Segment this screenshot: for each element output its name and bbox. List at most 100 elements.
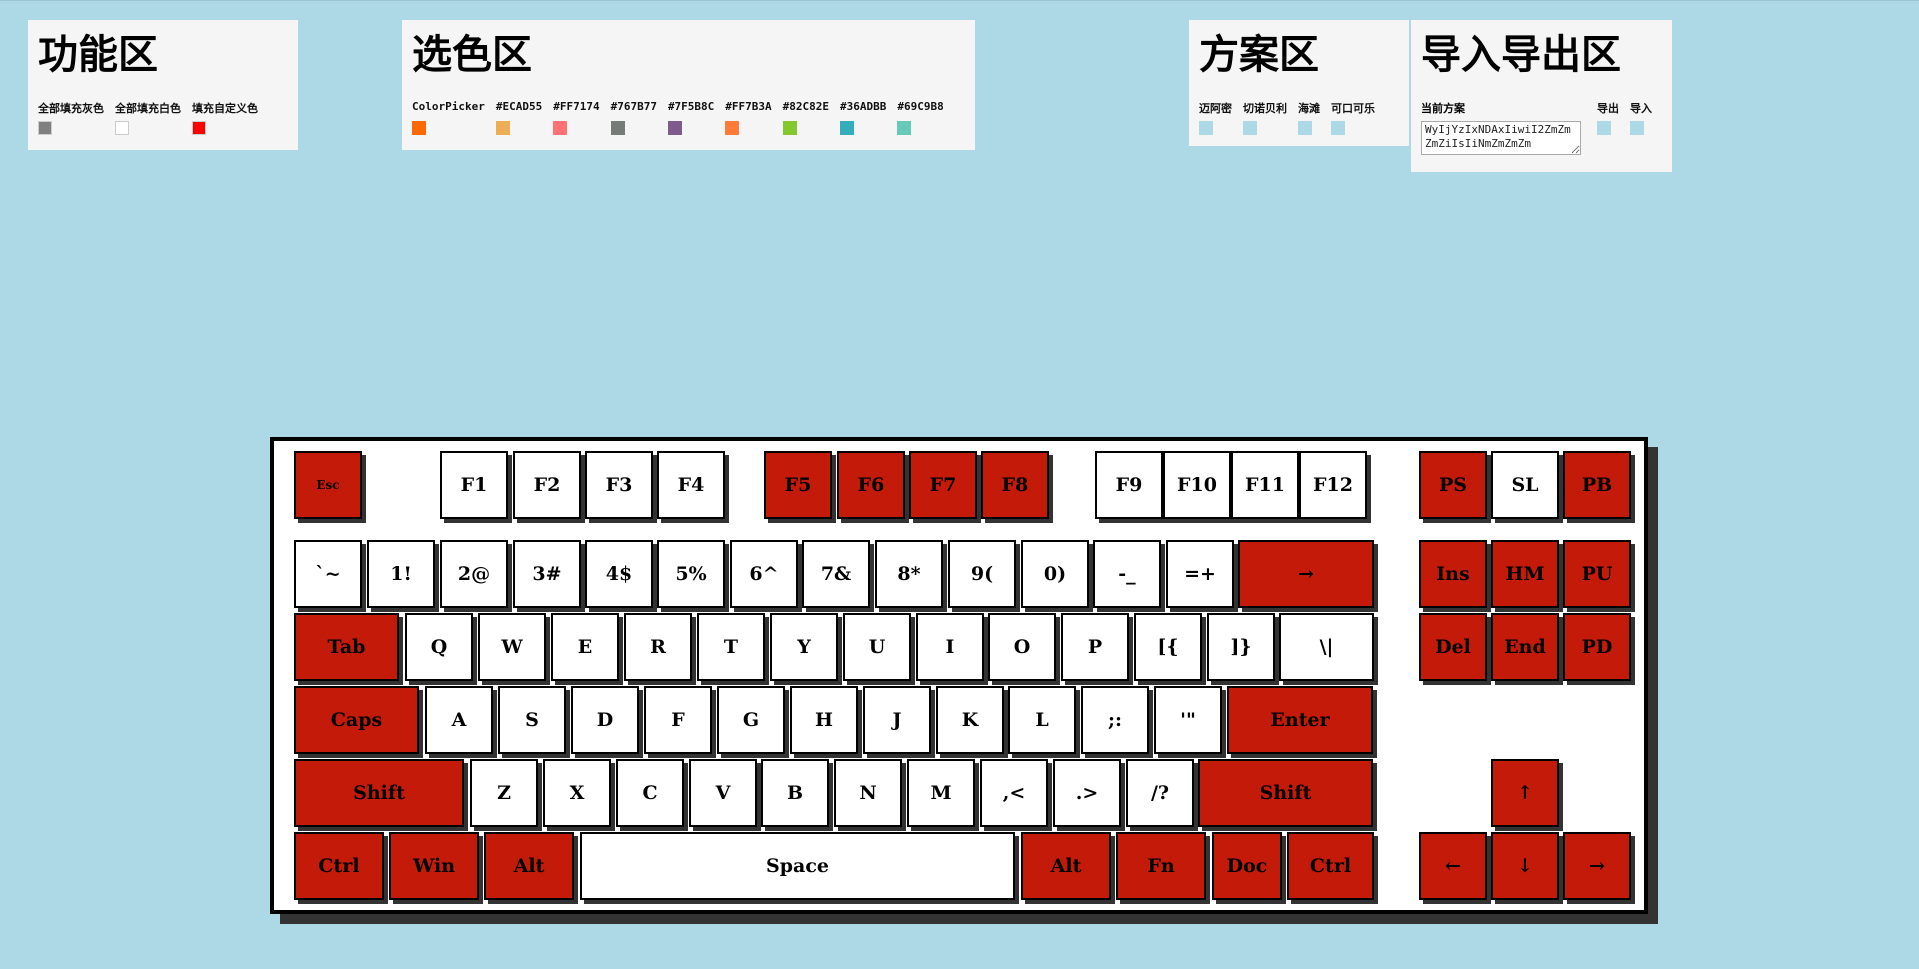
key-sl[interactable]: SL: [1491, 451, 1559, 519]
key-f10[interactable]: F10: [1163, 451, 1231, 519]
key-o[interactable]: O: [988, 613, 1056, 681]
color-option-swatch[interactable]: [840, 121, 855, 135]
key-e[interactable]: E: [551, 613, 619, 681]
key-0[interactable]: 0): [1021, 540, 1089, 608]
key-ctrl[interactable]: Ctrl: [294, 832, 384, 900]
key-q[interactable]: Q: [405, 613, 473, 681]
key-f2[interactable]: F2: [513, 451, 581, 519]
key-p[interactable]: P: [1061, 613, 1129, 681]
key-9[interactable]: 9(: [948, 540, 1016, 608]
key-space[interactable]: Space: [580, 832, 1015, 900]
key-3[interactable]: 3#: [513, 540, 581, 608]
key-period[interactable]: .>: [1053, 759, 1121, 827]
key-f6[interactable]: F6: [837, 451, 905, 519]
key-arrow-up[interactable]: ↑: [1491, 759, 1559, 827]
key-f4[interactable]: F4: [657, 451, 725, 519]
color-option-swatch[interactable]: [495, 121, 510, 135]
import-button[interactable]: [1630, 121, 1644, 135]
fill-custom-swatch[interactable]: [192, 121, 206, 135]
key-lbracket[interactable]: [{: [1134, 613, 1202, 681]
key-arrow-left[interactable]: ←: [1419, 832, 1487, 900]
color-option-swatch[interactable]: [667, 121, 682, 135]
key-enter[interactable]: Enter: [1227, 686, 1373, 754]
key-v[interactable]: V: [689, 759, 757, 827]
key-esc[interactable]: Esc: [294, 451, 362, 519]
color-option-swatch[interactable]: [553, 121, 568, 135]
fill-white-swatch[interactable]: [115, 121, 129, 135]
key-backtick[interactable]: `~: [294, 540, 362, 608]
key-5[interactable]: 5%: [657, 540, 725, 608]
color-option-swatch[interactable]: [725, 121, 740, 135]
key-f11[interactable]: F11: [1231, 451, 1299, 519]
key-j[interactable]: J: [863, 686, 931, 754]
key-2[interactable]: 2@: [440, 540, 508, 608]
key-m[interactable]: M: [907, 759, 975, 827]
color-option-swatch[interactable]: [610, 121, 625, 135]
key-w[interactable]: W: [478, 613, 546, 681]
scheme-option-swatch[interactable]: [1298, 121, 1312, 135]
key-del[interactable]: Del: [1419, 613, 1487, 681]
key-y[interactable]: Y: [770, 613, 838, 681]
color-option-swatch[interactable]: [782, 121, 797, 135]
key-8[interactable]: 8*: [875, 540, 943, 608]
key-h[interactable]: H: [790, 686, 858, 754]
key-l[interactable]: L: [1008, 686, 1076, 754]
color-option-swatch[interactable]: [897, 121, 912, 135]
key-equals[interactable]: =+: [1166, 540, 1234, 608]
key-ps[interactable]: PS: [1419, 451, 1487, 519]
key-7[interactable]: 7&: [802, 540, 870, 608]
key-6[interactable]: 6^: [730, 540, 798, 608]
key-comma[interactable]: ,<: [980, 759, 1048, 827]
key-quote[interactable]: '": [1154, 686, 1222, 754]
key-arrow-down[interactable]: ↓: [1491, 832, 1559, 900]
key-s[interactable]: S: [498, 686, 566, 754]
key-alt[interactable]: Alt: [1021, 832, 1111, 900]
key-f5[interactable]: F5: [764, 451, 832, 519]
key-pd[interactable]: PD: [1563, 613, 1631, 681]
key-slash[interactable]: /?: [1126, 759, 1194, 827]
key-f9[interactable]: F9: [1095, 451, 1163, 519]
key-hm[interactable]: HM: [1491, 540, 1559, 608]
fill-gray-swatch[interactable]: [38, 121, 52, 135]
key-tab[interactable]: Tab: [294, 613, 399, 681]
key-f8[interactable]: F8: [981, 451, 1049, 519]
key-d[interactable]: D: [571, 686, 639, 754]
key-1[interactable]: 1!: [367, 540, 435, 608]
key-f12[interactable]: F12: [1299, 451, 1367, 519]
key-i[interactable]: I: [916, 613, 984, 681]
key-f7[interactable]: F7: [909, 451, 977, 519]
key-f3[interactable]: F3: [585, 451, 653, 519]
key-ctrl[interactable]: Ctrl: [1287, 832, 1374, 900]
key-minus[interactable]: -_: [1093, 540, 1161, 608]
key-ins[interactable]: Ins: [1419, 540, 1487, 608]
key-end[interactable]: End: [1491, 613, 1559, 681]
key-r[interactable]: R: [624, 613, 692, 681]
color-option-swatch[interactable]: [412, 121, 426, 135]
key-a[interactable]: A: [425, 686, 493, 754]
key-k[interactable]: K: [936, 686, 1004, 754]
key-pu[interactable]: PU: [1563, 540, 1631, 608]
key-n[interactable]: N: [834, 759, 902, 827]
key-shift[interactable]: Shift: [1198, 759, 1373, 827]
key-t[interactable]: T: [697, 613, 765, 681]
key-pb[interactable]: PB: [1563, 451, 1631, 519]
key-shift[interactable]: Shift: [294, 759, 464, 827]
key-win[interactable]: Win: [389, 832, 479, 900]
key-doc[interactable]: Doc: [1212, 832, 1282, 900]
scheme-option-swatch[interactable]: [1199, 121, 1213, 135]
key-x[interactable]: X: [543, 759, 611, 827]
scheme-option-swatch[interactable]: [1331, 121, 1345, 135]
key-u[interactable]: U: [843, 613, 911, 681]
key-g[interactable]: G: [717, 686, 785, 754]
scheme-option-swatch[interactable]: [1243, 121, 1257, 135]
key-arrow-right[interactable]: →: [1238, 540, 1374, 608]
key-z[interactable]: Z: [470, 759, 538, 827]
key-4[interactable]: 4$: [585, 540, 653, 608]
key-b[interactable]: B: [761, 759, 829, 827]
key-fn[interactable]: Fn: [1116, 832, 1206, 900]
key-rbracket[interactable]: ]}: [1207, 613, 1275, 681]
key-c[interactable]: C: [616, 759, 684, 827]
key-f[interactable]: F: [644, 686, 712, 754]
scheme-code-textarea[interactable]: WyIjYzIxNDAxIiwiI2ZmZmZmZiIsIiNmZmZmZm: [1421, 121, 1581, 155]
export-button[interactable]: [1597, 121, 1611, 135]
